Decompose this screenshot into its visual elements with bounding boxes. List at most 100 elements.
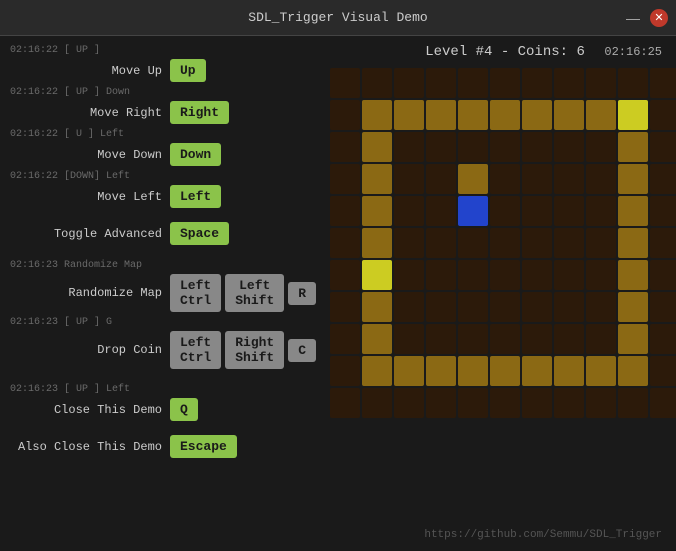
grid-cell <box>330 196 360 226</box>
grid-cell <box>490 388 520 418</box>
grid-cell <box>426 196 456 226</box>
key-up[interactable]: Up <box>170 59 206 82</box>
grid-cell <box>618 324 648 354</box>
key-left[interactable]: Left <box>170 185 221 208</box>
grid-cell <box>362 164 392 194</box>
action-move-up: Move Up Up <box>10 59 320 82</box>
close-button[interactable]: ✕ <box>650 9 668 27</box>
key-r-randomize[interactable]: R <box>288 282 316 305</box>
grid-cell <box>362 228 392 258</box>
grid-cell <box>554 356 584 386</box>
level-info: Level #4 - Coins: 6 <box>425 44 585 60</box>
grid-cell <box>458 164 488 194</box>
grid-cell <box>362 100 392 130</box>
grid-cell <box>522 196 552 226</box>
grid-cell <box>586 132 616 162</box>
grid-cell <box>586 196 616 226</box>
action-toggle-advanced: Toggle Advanced Space <box>10 222 320 245</box>
grid-cell <box>394 324 424 354</box>
grid-cell <box>522 100 552 130</box>
grid-cell <box>426 68 456 98</box>
grid-cell <box>330 260 360 290</box>
action-move-down: Move Down Down <box>10 143 320 166</box>
grid-cell <box>522 388 552 418</box>
key-right[interactable]: Right <box>170 101 229 124</box>
minimize-button[interactable]: — <box>622 11 644 25</box>
timestamp-closedemo: 02:16:23 [ UP ] Left <box>10 383 320 397</box>
grid-cell <box>586 356 616 386</box>
grid-cell <box>618 68 648 98</box>
grid-cell <box>394 132 424 162</box>
label-also-close-demo: Also Close This Demo <box>10 440 170 454</box>
grid-cell <box>362 324 392 354</box>
grid-cell <box>554 292 584 322</box>
action-close-demo: Close This Demo Q <box>10 398 320 421</box>
grid-cell <box>554 196 584 226</box>
grid-cell <box>650 356 676 386</box>
grid-cell <box>650 228 676 258</box>
grid-cell <box>618 356 648 386</box>
key-left-ctrl-randomize[interactable]: Left Ctrl <box>170 274 221 312</box>
label-randomize: Randomize Map <box>10 286 170 300</box>
timestamp-dropcoin: 02:16:23 [ UP ] G <box>10 316 320 330</box>
game-grid <box>330 68 676 418</box>
left-panel: 02:16:22 [ UP ] Move Up Up 02:16:22 [ UP… <box>0 36 330 551</box>
grid-cell <box>426 356 456 386</box>
grid-cell <box>618 100 648 130</box>
grid-cell <box>394 228 424 258</box>
key-c-dropcoin[interactable]: C <box>288 339 316 362</box>
grid-cell <box>618 164 648 194</box>
key-q[interactable]: Q <box>170 398 198 421</box>
grid-cell <box>490 356 520 386</box>
timestamp-move-right: 02:16:22 [ UP ] Down <box>10 86 320 100</box>
grid-cell <box>426 100 456 130</box>
grid-cell <box>490 196 520 226</box>
grid-cell <box>362 388 392 418</box>
grid-cell <box>458 132 488 162</box>
grid-cell <box>554 324 584 354</box>
grid-cell <box>490 260 520 290</box>
grid-cell <box>618 260 648 290</box>
action-also-close-demo: Also Close This Demo Escape <box>10 435 320 458</box>
grid-cell <box>586 68 616 98</box>
grid-cell <box>618 388 648 418</box>
key-escape[interactable]: Escape <box>170 435 237 458</box>
timestamp-randomize: 02:16:23 Randomize Map <box>10 259 320 273</box>
grid-cell <box>650 132 676 162</box>
grid-cell <box>554 228 584 258</box>
footer-link: https://github.com/Semmu/SDL_Trigger <box>424 529 662 541</box>
grid-cell <box>650 196 676 226</box>
key-left-shift-randomize[interactable]: Left Shift <box>225 274 284 312</box>
key-left-ctrl-dropcoin[interactable]: Left Ctrl <box>170 331 221 369</box>
main-content: 02:16:22 [ UP ] Move Up Up 02:16:22 [ UP… <box>0 36 676 551</box>
grid-cell <box>394 388 424 418</box>
grid-cell <box>554 100 584 130</box>
timestamp-move-down: 02:16:22 [ U ] Left <box>10 128 320 142</box>
grid-cell <box>330 228 360 258</box>
grid-cell <box>426 228 456 258</box>
timestamp-move-up: 02:16:22 [ UP ] <box>10 44 320 58</box>
grid-cell <box>330 68 360 98</box>
grid-cell <box>650 260 676 290</box>
grid-cell <box>362 68 392 98</box>
grid-cell <box>458 388 488 418</box>
action-move-left: Move Left Left <box>10 185 320 208</box>
grid-cell <box>458 228 488 258</box>
grid-cell <box>522 292 552 322</box>
grid-cell <box>330 100 360 130</box>
key-space[interactable]: Space <box>170 222 229 245</box>
grid-cell <box>362 356 392 386</box>
label-move-right: Move Right <box>10 106 170 120</box>
grid-cell <box>586 164 616 194</box>
key-right-shift-dropcoin[interactable]: Right Shift <box>225 331 284 369</box>
grid-cell <box>490 324 520 354</box>
grid-cell <box>330 356 360 386</box>
grid-cell <box>618 196 648 226</box>
grid-cell <box>330 324 360 354</box>
grid-cell <box>362 132 392 162</box>
grid-cell <box>522 260 552 290</box>
grid-cell <box>586 100 616 130</box>
grid-cell <box>330 292 360 322</box>
label-move-left: Move Left <box>10 190 170 204</box>
key-down[interactable]: Down <box>170 143 221 166</box>
